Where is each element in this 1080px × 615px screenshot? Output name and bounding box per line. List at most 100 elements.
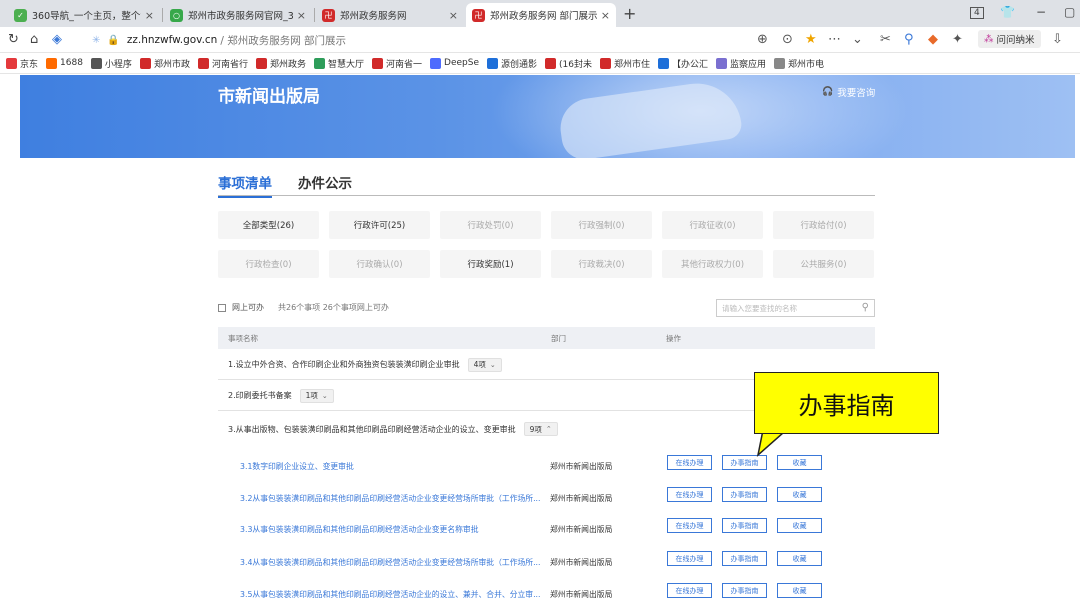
search-icon[interactable]: ⚲ (862, 302, 869, 313)
bookmark-icon (545, 57, 556, 69)
online-apply-button[interactable]: 在线办理 (667, 583, 712, 598)
tab-dept-display[interactable]: 卍 郑州政务服务网 部门展示 × (466, 3, 616, 27)
guide-button[interactable]: 办事指南 (722, 583, 767, 598)
online-checkbox[interactable] (218, 303, 226, 312)
bookmark-icon (657, 57, 669, 69)
tab-item-list[interactable]: 事项清单 (218, 172, 272, 198)
favorite-button[interactable]: 收藏 (777, 583, 822, 598)
new-tab-button[interactable]: + (623, 4, 636, 23)
bookmark-item[interactable]: 源创通影 (486, 57, 537, 70)
sub-item-name[interactable]: 3.3从事包装装潢印刷品和其他印刷品印刷经营活动企业变更名称审批 (240, 524, 540, 535)
search-engine-icon: ○ (170, 8, 183, 22)
scissors-icon[interactable]: ✂ (880, 32, 891, 47)
sub-item-name[interactable]: 3.2从事包装装潢印刷品和其他印刷品印刷经营活动企业变更经营场所审批（工作场所.… (240, 493, 540, 504)
favorite-button[interactable]: 收藏 (777, 551, 822, 566)
bookmark-item[interactable]: 郑州市电 (774, 57, 824, 70)
sub-item-name[interactable]: 3.4从事包装装潢印刷品和其他印刷品印刷经营活动企业变更经营场所审批（工作场所.… (240, 557, 540, 568)
refresh-icon[interactable]: ↻ (8, 32, 19, 47)
shield-icon[interactable]: ◈ (52, 32, 62, 47)
tab-search[interactable]: ○ 郑州市政务服务网官网_360搜 × (164, 3, 312, 27)
bookmark-item[interactable]: DeepSe (430, 57, 479, 69)
favorite-button[interactable]: 收藏 (777, 487, 822, 502)
bookmark-item[interactable]: 1688 (46, 57, 83, 69)
sub-item-name[interactable]: 3.5从事包装装潢印刷品和其他印刷品印刷经营活动企业的设立、兼并、合并、分立审.… (240, 589, 540, 600)
bookmark-item[interactable]: 监察应用 (716, 57, 766, 70)
category-license[interactable]: 行政许可(25) (329, 211, 430, 239)
category-confirmation[interactable]: 行政确认(0) (329, 250, 430, 278)
close-icon[interactable]: × (145, 9, 154, 22)
extensions-icon[interactable]: ✦ (952, 32, 963, 47)
category-benefit[interactable]: 行政给付(0) (773, 211, 874, 239)
category-inspection[interactable]: 行政检查(0) (218, 250, 319, 278)
category-penalty[interactable]: 行政处罚(0) (440, 211, 541, 239)
zoom-icon[interactable]: ⊕ (757, 32, 768, 47)
guide-button[interactable]: 办事指南 (722, 551, 767, 566)
bookmark-label: 监察应用 (730, 59, 767, 70)
bookmark-icon (6, 57, 17, 69)
tab-count-badge[interactable]: 4 (970, 7, 984, 19)
bookmark-item[interactable]: 河南省一 (372, 57, 422, 70)
game-icon[interactable]: ◆ (928, 32, 938, 47)
online-apply-button[interactable]: 在线办理 (667, 487, 712, 502)
bookmark-item[interactable]: 智慧大厅 (313, 57, 364, 70)
bookmark-icon (774, 57, 786, 69)
guide-button[interactable]: 办事指南 (722, 487, 767, 502)
location-icon[interactable]: ⊙ (782, 32, 793, 47)
tab-zz-portal[interactable]: 卍 郑州政务服务网 × (316, 3, 464, 27)
search-icon[interactable]: ⚲ (904, 32, 914, 47)
bookmark-label: DeepSe (444, 58, 479, 68)
category-enforcement[interactable]: 行政强制(0) (551, 211, 652, 239)
chevron-down-icon[interactable]: ⌄ (852, 32, 863, 47)
bookmark-label: 河南省一 (386, 59, 423, 70)
bookmark-item[interactable]: 【办公汇 (657, 57, 708, 70)
close-icon[interactable]: × (297, 9, 306, 22)
bookmark-item[interactable]: 郑州市政 (139, 57, 190, 70)
bookmark-label: 郑州市电 (788, 59, 825, 70)
item-count-toggle[interactable]: 1项 ⌄ (299, 388, 334, 403)
bookmark-item[interactable]: 郑州政务 (255, 57, 306, 70)
category-all[interactable]: 全部类型(26) (218, 211, 319, 239)
category-other[interactable]: 其他行政权力(0) (662, 250, 763, 278)
maximize-icon[interactable]: ▢ (1064, 5, 1075, 19)
favorite-button[interactable]: 收藏 (777, 518, 822, 533)
sub-item-row: 3.3从事包装装潢印刷品和其他印刷品印刷经营活动企业变更名称审批 郑州市新闻出版… (218, 518, 875, 542)
dept-banner (20, 75, 1075, 158)
category-levy[interactable]: 行政征收(0) (662, 211, 763, 239)
headset-icon: 🎧 (822, 87, 834, 97)
guide-button[interactable]: 办事指南 (722, 518, 767, 533)
close-icon[interactable]: × (601, 9, 610, 22)
category-ruling[interactable]: 行政裁决(0) (551, 250, 652, 278)
star-icon[interactable]: ★ (805, 32, 817, 47)
bookmark-item[interactable]: 小程序 (90, 57, 132, 70)
consult-link[interactable]: 🎧 我要咨询 (822, 85, 875, 99)
shirt-icon[interactable]: 👕 (1000, 5, 1015, 19)
bookmark-item[interactable]: (16封未 (545, 57, 592, 70)
table-header: 事项名称 部门 操作 (218, 327, 875, 349)
bookmark-icon (599, 57, 611, 69)
tab-case-publicity[interactable]: 办件公示 (298, 172, 352, 192)
home-icon[interactable]: ⌂ (30, 32, 38, 47)
bookmark-item[interactable]: 京东 (6, 57, 38, 70)
online-apply-button[interactable]: 在线办理 (667, 551, 712, 566)
sub-item-name[interactable]: 3.1数字印刷企业设立、变更审批 (240, 461, 540, 472)
ai-assistant-button[interactable]: ⁂ 问问纳米 (978, 30, 1041, 48)
download-icon[interactable]: ⇩ (1052, 32, 1063, 47)
tab-360-nav[interactable]: ✓ 360导航_一个主页，整个世界 × (8, 3, 160, 27)
sub-item-row: 3.4从事包装装潢印刷品和其他印刷品印刷经营活动企业变更经营场所审批（工作场所.… (218, 551, 875, 575)
close-icon[interactable]: × (449, 9, 458, 22)
bookmark-item[interactable]: 郑州市住 (599, 57, 650, 70)
item-count-toggle[interactable]: 4项 ⌄ (467, 357, 502, 372)
online-apply-button[interactable]: 在线办理 (667, 518, 712, 533)
search-input[interactable]: 请输入您要查找的名称 ⚲ (716, 299, 875, 317)
more-icon[interactable]: ⋯ (828, 32, 841, 47)
category-reward[interactable]: 行政奖励(1) (440, 250, 541, 278)
lock-icon[interactable]: 🔒 (107, 35, 119, 46)
site-info-icon[interactable]: ✳ (92, 35, 100, 46)
bookmark-label: 小程序 (104, 59, 132, 70)
bookmark-item[interactable]: 河南省行 (197, 57, 248, 70)
minimize-icon[interactable]: − (1036, 5, 1046, 19)
item-count-toggle[interactable]: 9项 ⌃ (523, 422, 558, 436)
online-apply-button[interactable]: 在线办理 (667, 455, 712, 470)
gov-logo-icon: 卍 (472, 8, 485, 22)
category-public-service[interactable]: 公共服务(0) (773, 250, 874, 278)
